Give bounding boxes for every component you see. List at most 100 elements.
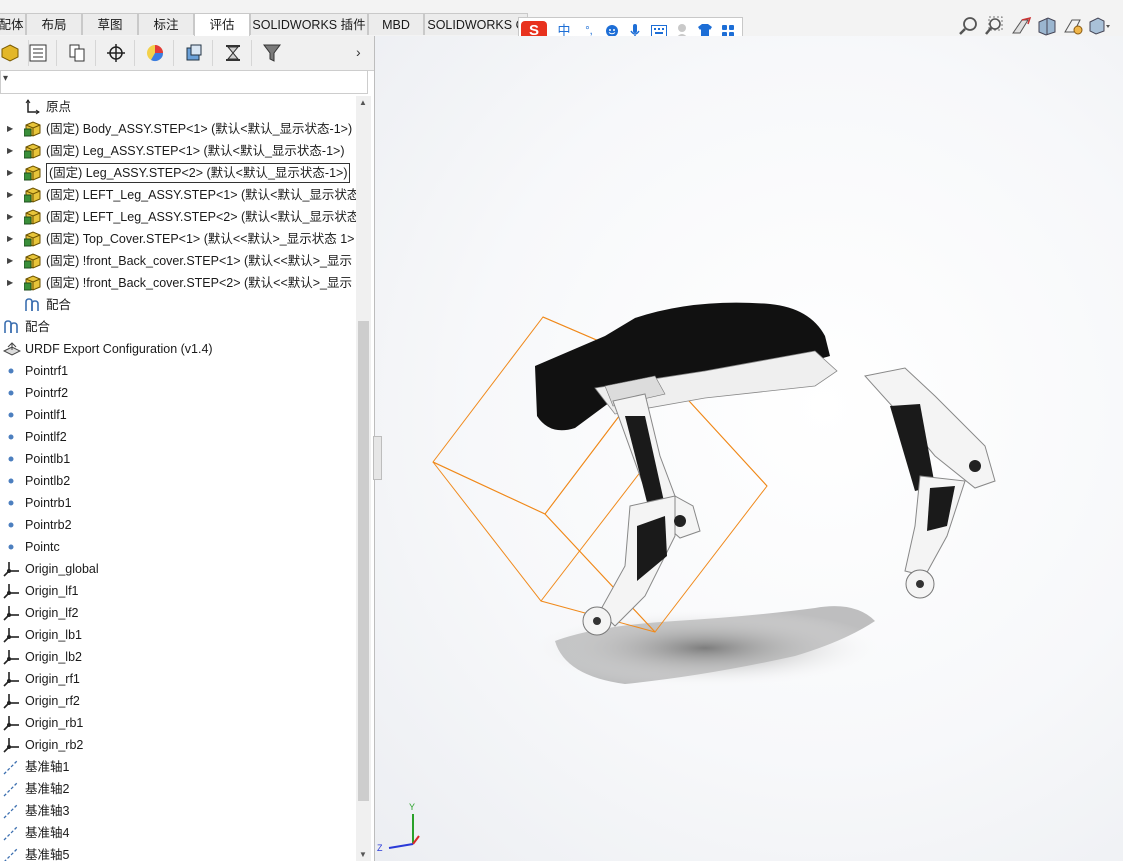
coordinate-system-icon — [3, 693, 19, 709]
tree-item[interactable]: Pointrb1 — [0, 492, 356, 514]
tree-item-label: 原点 — [46, 100, 72, 114]
coordinate-system-icon — [3, 561, 19, 577]
axis-icon — [3, 825, 19, 841]
tab-7[interactable]: SOLIDWORKS C — [424, 13, 528, 35]
tree-item[interactable]: Origin_lf1 — [0, 580, 356, 602]
tree-item[interactable]: URDF Export Configuration (v1.4) — [0, 338, 356, 360]
assembly-icon — [23, 275, 41, 291]
tree-item[interactable]: ▶ (固定) Leg_ASSY.STEP<1> (默认<默认_显示状态-1>) — [0, 140, 356, 162]
expand-arrow-icon[interactable]: ▶ — [7, 228, 13, 250]
assembly-icon — [23, 187, 41, 203]
tab-1[interactable]: 布局 — [26, 13, 82, 35]
scrollbar-thumb[interactable] — [358, 321, 369, 801]
front-leg — [582, 393, 701, 636]
tree-item-label: Origin_lf2 — [25, 606, 79, 620]
tree-item[interactable]: Pointlf1 — [0, 404, 356, 426]
tree-item[interactable]: ▶ (固定) LEFT_Leg_ASSY.STEP<1> (默认<默认_显示状态-… — [0, 184, 356, 206]
tree-item[interactable]: Pointc — [0, 536, 356, 558]
tree-item[interactable]: Pointrb2 — [0, 514, 356, 536]
tree-item[interactable]: Origin_rf2 — [0, 690, 356, 712]
tree-filter-input[interactable]: ▾ — [0, 70, 368, 94]
expand-arrow-icon[interactable]: ▶ — [7, 162, 13, 184]
tree-item[interactable]: ▶ (固定) Top_Cover.STEP<1> (默认<<默认>_显示状态 1> — [0, 228, 356, 250]
property-manager-tab[interactable] — [20, 40, 57, 66]
tree-item-label: Pointrb2 — [25, 518, 72, 532]
expand-arrow-icon[interactable]: ▶ — [7, 184, 13, 206]
tree-item[interactable]: Pointrf1 — [0, 360, 356, 382]
tab-3[interactable]: 标注 — [138, 13, 194, 35]
panel-toolbar: › — [0, 36, 374, 71]
tab-0[interactable]: 配体 — [0, 13, 26, 35]
feature-tree: 原点 ▶ (固定) Body_ASSY.STEP<1> (默认<默认_显示状态-1>… — [0, 96, 356, 861]
tree-item[interactable]: 基准轴3 — [0, 800, 356, 822]
simulation-tab[interactable] — [215, 40, 252, 66]
tree-item[interactable]: 基准轴4 — [0, 822, 356, 844]
tree-item[interactable]: Origin_lb1 — [0, 624, 356, 646]
triad-y-label: Y — [409, 802, 415, 812]
tree-item[interactable]: 基准轴2 — [0, 778, 356, 800]
tree-scrollbar[interactable]: ▲ ▼ — [356, 96, 371, 861]
property-manager-icon — [29, 44, 47, 62]
tab-5[interactable]: SOLIDWORKS 插件 — [250, 13, 368, 35]
tree-item-label: 基准轴3 — [25, 804, 70, 818]
feature-manager-panel: › ▾ 原点 ▶ (固定) Body_ASSY.STEP<1> (默认<默认_显示状… — [0, 36, 375, 861]
tree-item[interactable]: Origin_rf1 — [0, 668, 356, 690]
tree-item-label: Origin_rb1 — [25, 716, 84, 730]
tree-item[interactable]: ▶ (固定) LEFT_Leg_ASSY.STEP<2> (默认<默认_显示状态-… — [0, 206, 356, 228]
tree-item[interactable]: ▶ (固定) !front_Back_cover.STEP<2> (默认<<默认>… — [0, 272, 356, 294]
tree-item-label: Origin_rb2 — [25, 738, 84, 752]
tree-item[interactable]: Pointlf2 — [0, 426, 356, 448]
assembly-icon — [23, 143, 41, 159]
axis-icon — [3, 781, 19, 797]
tree-item-label: Origin_rf2 — [25, 694, 80, 708]
tab-4[interactable]: 评估 — [194, 13, 250, 37]
tab-2[interactable]: 草图 — [82, 13, 138, 35]
tree-item[interactable]: Origin_rb2 — [0, 734, 356, 756]
tree-item[interactable]: Pointlb2 — [0, 470, 356, 492]
tree-item-label: Pointlb1 — [25, 452, 71, 466]
expand-arrow-icon[interactable]: ▶ — [7, 140, 13, 162]
tree-item-label: (固定) LEFT_Leg_ASSY.STEP<1> (默认<默认_显示状态-1 — [46, 188, 356, 202]
expand-arrow-icon[interactable]: ▶ — [7, 272, 13, 294]
point-icon — [3, 495, 19, 511]
assembly-icon — [23, 121, 41, 137]
tree-item[interactable]: 基准轴1 — [0, 756, 356, 778]
chevron-right-icon[interactable]: › — [356, 44, 361, 60]
panel-splitter-handle[interactable] — [373, 436, 382, 480]
tree-item[interactable]: 原点 — [0, 96, 356, 118]
point-icon — [3, 407, 19, 423]
tree-item-label: Pointrf1 — [25, 364, 69, 378]
graphics-viewport[interactable]: Y Z — [375, 36, 1123, 861]
tree-item-label: URDF Export Configuration (v1.4) — [25, 342, 213, 356]
tree-item[interactable]: ▶ (固定) !front_Back_cover.STEP<1> (默认<<默认>… — [0, 250, 356, 272]
dimxpert-tab[interactable] — [98, 40, 135, 66]
tree-item[interactable]: Origin_lb2 — [0, 646, 356, 668]
tree-item[interactable]: 配合 — [0, 294, 356, 316]
expand-arrow-icon[interactable]: ▶ — [7, 206, 13, 228]
filter-tab[interactable] — [254, 40, 290, 66]
scroll-up-icon[interactable]: ▲ — [359, 98, 367, 107]
display-manager-tab[interactable] — [137, 40, 174, 66]
origin-icon — [24, 99, 40, 115]
tree-item-label: (固定) !front_Back_cover.STEP<2> (默认<<默认>_… — [46, 276, 353, 290]
cam-tab[interactable] — [176, 40, 213, 66]
tree-item-label: Origin_global — [25, 562, 99, 576]
tree-item[interactable]: Pointlb1 — [0, 448, 356, 470]
expand-arrow-icon[interactable]: ▶ — [7, 118, 13, 140]
assembly-icon — [23, 253, 41, 269]
filter-dropdown-icon[interactable]: ▾ — [3, 73, 8, 84]
tree-item[interactable]: Origin_global — [0, 558, 356, 580]
tree-item[interactable]: Origin_lf2 — [0, 602, 356, 624]
tree-item[interactable]: ▶ (固定) Body_ASSY.STEP<1> (默认<默认_显示状态-1>) — [0, 118, 356, 140]
tree-item[interactable]: 配合 — [0, 316, 356, 338]
tree-item[interactable]: ▶ (固定) Leg_ASSY.STEP<2> (默认<默认_显示状态-1>) — [0, 162, 356, 184]
point-icon — [3, 517, 19, 533]
tree-item[interactable]: Pointrf2 — [0, 382, 356, 404]
tab-6[interactable]: MBD — [368, 13, 424, 35]
command-manager-tabs: 配体 布局 草图 标注 评估 SOLIDWORKS 插件 MBD SOLIDWORKS C S… — [0, 0, 1123, 43]
expand-arrow-icon[interactable]: ▶ — [7, 250, 13, 272]
tree-item[interactable]: Origin_rb1 — [0, 712, 356, 734]
scroll-down-icon[interactable]: ▼ — [359, 850, 367, 859]
tree-item[interactable]: 基准轴5 — [0, 844, 356, 861]
configuration-manager-tab[interactable] — [59, 40, 96, 66]
